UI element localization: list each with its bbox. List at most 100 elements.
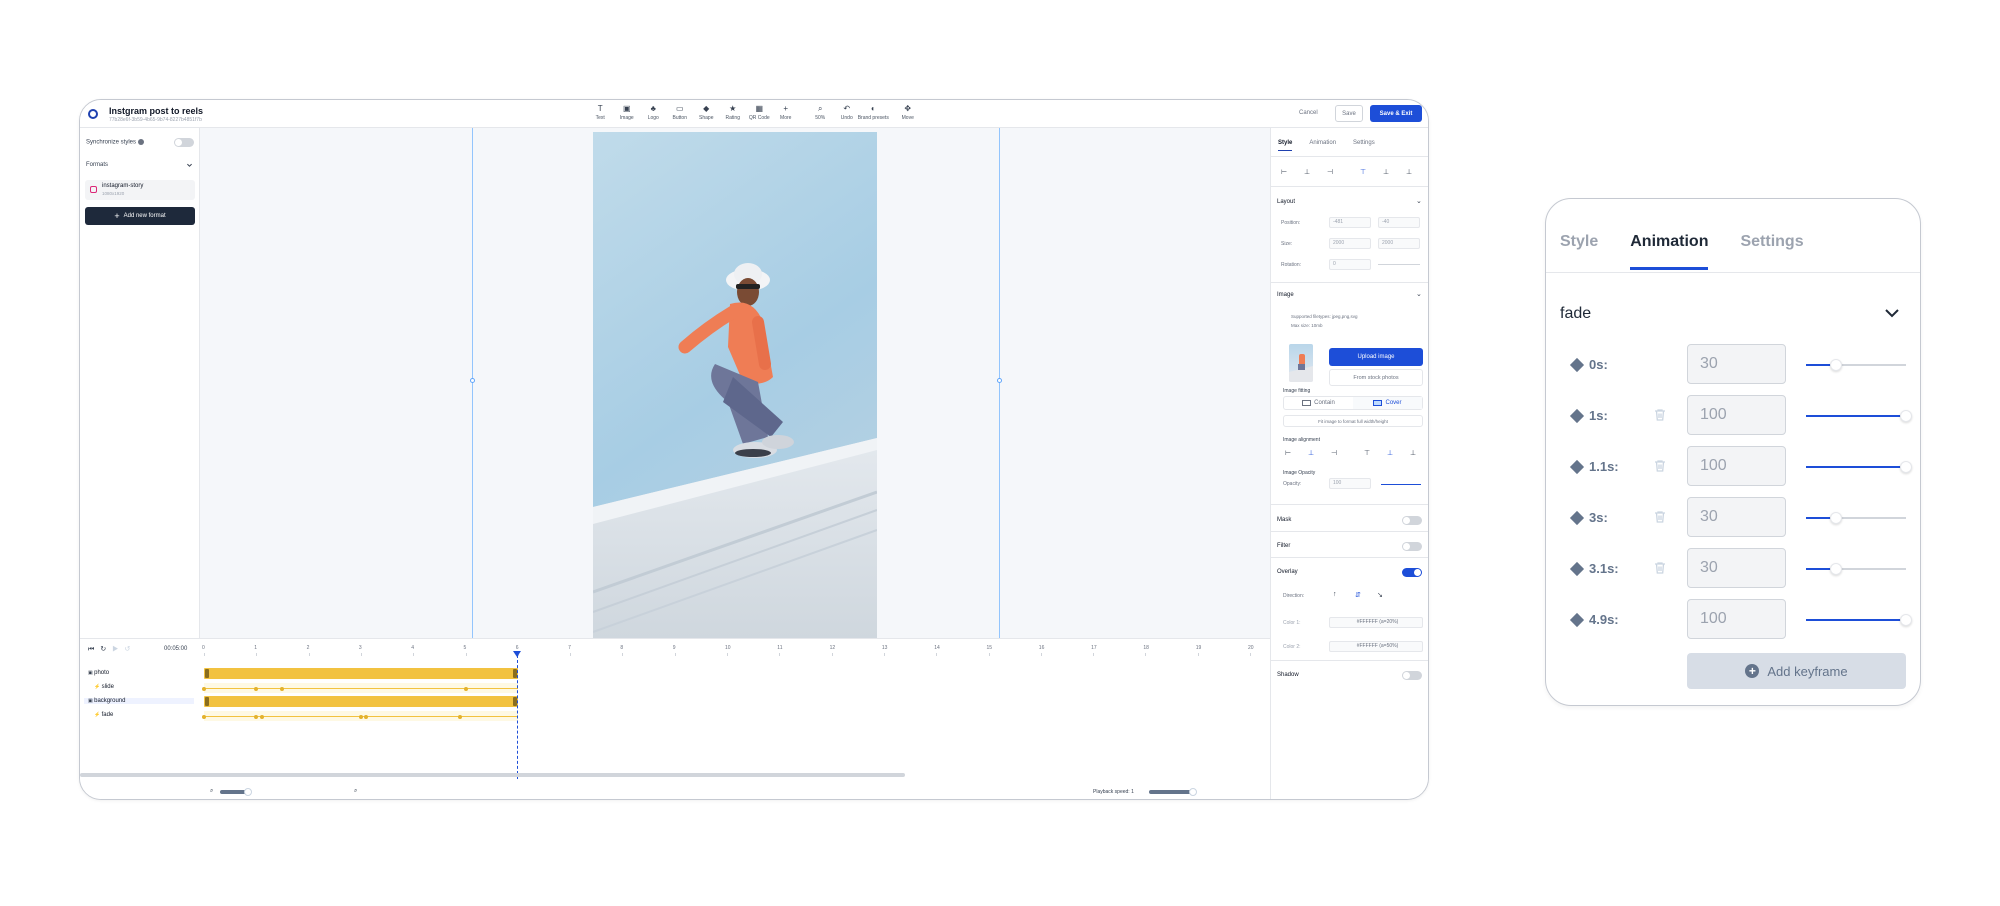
keyframe-value-input[interactable]: 30 — [1687, 497, 1786, 537]
fade-keyframe-dot[interactable] — [364, 714, 369, 719]
chevron-down-icon[interactable] — [186, 162, 193, 169]
keyframe-value-input[interactable]: 30 — [1687, 344, 1786, 384]
upload-image-button[interactable]: Upload image — [1329, 348, 1423, 366]
button-tool[interactable]: ▭ Button — [667, 104, 694, 121]
fade-keyframe-dot[interactable] — [202, 714, 206, 719]
direction-center-icon[interactable]: ⇵ — [1355, 591, 1361, 599]
resize-handle-right[interactable] — [997, 378, 1002, 383]
cover-option[interactable]: Cover — [1353, 397, 1422, 409]
slide-keyframe-dot[interactable] — [254, 686, 259, 691]
align-top-icon[interactable]: ⊤ — [1360, 168, 1366, 176]
save-button[interactable]: Save — [1335, 105, 1363, 122]
add-keyframe-button[interactable]: + Add keyframe — [1687, 653, 1906, 689]
canvas-photo[interactable] — [593, 132, 877, 638]
color1-input[interactable]: #FFFFFF (a=20%) — [1329, 617, 1423, 628]
track-photo[interactable]: ▣ photo — [88, 670, 109, 676]
rotation-slider[interactable] — [1378, 264, 1420, 265]
contain-option[interactable]: Contain — [1284, 397, 1353, 409]
position-x-input[interactable]: -481 — [1329, 217, 1371, 228]
playback-speed-knob[interactable] — [1189, 788, 1197, 796]
keyframe-slider-knob[interactable] — [1830, 512, 1842, 524]
direction-diagonal-icon[interactable]: ↘ — [1377, 591, 1383, 599]
playhead[interactable] — [517, 655, 518, 779]
fade-keyframe-dot[interactable] — [259, 714, 264, 719]
fade-keyframe-dot[interactable] — [254, 714, 259, 719]
height-input[interactable]: 2000 — [1378, 238, 1420, 249]
keyframe-value-input[interactable]: 30 — [1687, 548, 1786, 588]
brand-presets-tool[interactable]: ◐ Brand presets — [858, 104, 889, 121]
zoom-slider-knob[interactable] — [244, 788, 252, 796]
overlay-toggle[interactable] — [1402, 568, 1422, 577]
tab-animation[interactable]: Animation — [1630, 233, 1709, 270]
mask-toggle[interactable] — [1402, 516, 1422, 525]
track-background[interactable]: ▣ background — [84, 698, 194, 704]
keyframe-slider-knob[interactable] — [1830, 359, 1842, 371]
more-tool[interactable]: + More — [773, 104, 800, 121]
trash-icon[interactable] — [1652, 560, 1668, 576]
loop-icon[interactable]: ↻ — [100, 646, 112, 653]
slide-keyframe-dot[interactable] — [463, 686, 468, 691]
color2-input[interactable]: #FFFFFF (a=50%) — [1329, 641, 1423, 652]
save-exit-button[interactable]: Save & Exit — [1370, 105, 1422, 122]
sync-styles-toggle[interactable] — [174, 138, 194, 147]
fade-keyframe-dot[interactable] — [458, 714, 463, 719]
align-left-icon[interactable]: ⊢ — [1281, 168, 1287, 176]
move-tool[interactable]: ✥ Move — [895, 104, 922, 121]
undo-tool[interactable]: ↶ Undo — [834, 104, 861, 121]
keyframe-slider[interactable] — [1806, 563, 1906, 575]
tab-settings[interactable]: Settings — [1740, 233, 1803, 270]
tab-style[interactable]: Style — [1560, 233, 1598, 270]
playback-speed-slider[interactable] — [1149, 790, 1193, 794]
fade-keyframe-dot[interactable] — [358, 714, 363, 719]
50--tool[interactable]: ⌕ 50% — [807, 104, 834, 121]
rotation-input[interactable]: 0 — [1329, 259, 1371, 270]
layer-bar-background[interactable] — [204, 696, 518, 707]
align-bottom-icon[interactable]: ⊥ — [1410, 449, 1416, 457]
keyframe-slider[interactable] — [1806, 359, 1906, 371]
keyframe-slider-knob[interactable] — [1900, 614, 1912, 626]
align-middle-icon[interactable]: ⊥ — [1383, 168, 1389, 176]
chevron-down-icon[interactable]: ⌄ — [1416, 197, 1422, 205]
keyframe-value-input[interactable]: 100 — [1687, 446, 1786, 486]
skip-back-icon[interactable]: ⏮ — [88, 646, 100, 653]
position-y-input[interactable]: -40 — [1378, 217, 1420, 228]
keyframe-slider[interactable] — [1806, 512, 1906, 524]
align-center-h-icon[interactable]: ⊥ — [1304, 168, 1310, 176]
format-item[interactable]: instagram-story 1080x1920 — [85, 180, 195, 200]
cancel-button[interactable]: Cancel — [1299, 110, 1318, 116]
rating-tool[interactable]: ★ Rating — [720, 104, 747, 121]
fit-image-button[interactable]: Fit image to format full width/height — [1283, 415, 1423, 427]
keyframe-value-input[interactable]: 100 — [1687, 395, 1786, 435]
trash-icon[interactable] — [1652, 509, 1668, 525]
slide-keyframe-dot[interactable] — [202, 686, 206, 691]
align-right-icon[interactable]: ⊣ — [1331, 449, 1337, 457]
keyframe-slider[interactable] — [1806, 461, 1912, 473]
keyframe-slider-knob[interactable] — [1830, 563, 1842, 575]
stock-photos-button[interactable]: From stock photos — [1329, 369, 1423, 386]
chevron-down-icon[interactable]: ⌄ — [1416, 290, 1422, 298]
canvas-area[interactable] — [200, 128, 1270, 638]
zoom-out-icon[interactable]: ⌕ — [210, 788, 213, 795]
timeline-scrollbar[interactable] — [80, 773, 905, 777]
keyframe-value-input[interactable]: 100 — [1687, 599, 1786, 639]
image-tool[interactable]: ▣ Image — [614, 104, 641, 121]
resize-handle-left[interactable] — [470, 378, 475, 383]
align-bottom-icon[interactable]: ⊥ — [1406, 168, 1412, 176]
qr-code-tool[interactable]: ▦ QR Code — [746, 104, 773, 121]
chevron-down-icon[interactable] — [1882, 303, 1902, 323]
align-center-h-icon[interactable]: ⊥ — [1308, 449, 1314, 457]
shadow-toggle[interactable] — [1402, 671, 1422, 680]
play-icon[interactable]: ▶ — [112, 646, 124, 653]
text-tool[interactable]: T Text — [587, 104, 614, 121]
direction-up-icon[interactable]: ↑ — [1333, 591, 1337, 598]
add-format-button[interactable]: + Add new format — [85, 207, 195, 225]
zoom-in-icon[interactable]: ⌕ — [354, 788, 357, 795]
trash-icon[interactable] — [1652, 458, 1668, 474]
width-input[interactable]: 2000 — [1329, 238, 1371, 249]
align-left-icon[interactable]: ⊢ — [1285, 449, 1291, 457]
logo-tool[interactable]: ♣ Logo — [640, 104, 667, 121]
keyframe-slider-knob[interactable] — [1900, 410, 1912, 422]
tab-style[interactable]: Style — [1278, 140, 1293, 151]
keyframe-slider[interactable] — [1806, 410, 1912, 422]
trash-icon[interactable] — [1652, 407, 1668, 423]
